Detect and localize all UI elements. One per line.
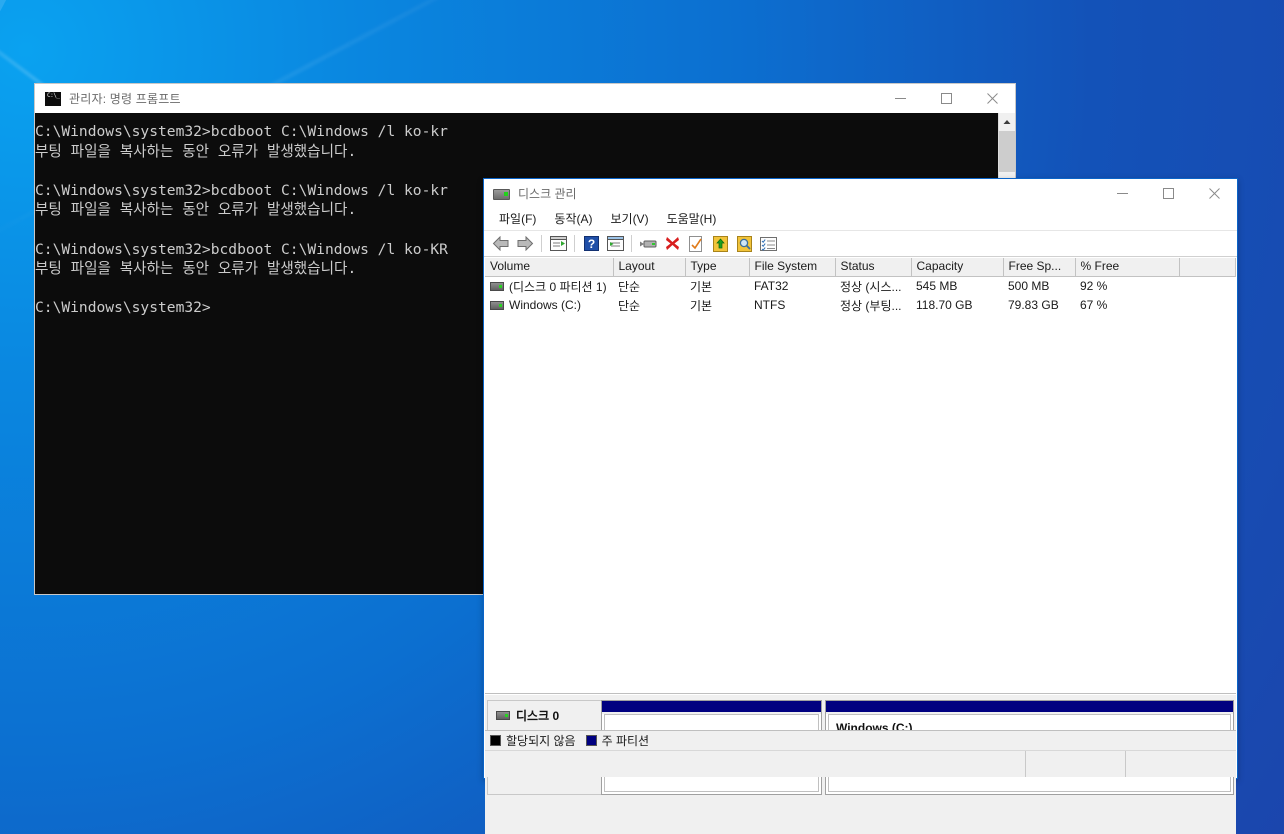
- command-prompt-titlebar[interactable]: 관리자: 명령 프롬프트: [35, 84, 1015, 113]
- disk-management-titlebar[interactable]: 디스크 관리: [484, 179, 1237, 207]
- show-action-pane-icon[interactable]: [604, 233, 626, 255]
- legend-label-primary-partition: 주 파티션: [601, 734, 650, 748]
- disk-name: 디스크 0: [516, 709, 560, 723]
- legend-label-unallocated: 할당되지 않음: [506, 734, 576, 748]
- scrollbar-thumb[interactable]: [999, 131, 1015, 172]
- toolbar-separator: [574, 235, 575, 252]
- table-row[interactable]: Windows (C:) 단순 기본 NTFS 정상 (부팅... 118.70…: [485, 296, 1236, 315]
- disk-management-window-controls: [1099, 179, 1237, 208]
- maximize-button[interactable]: [1145, 179, 1191, 208]
- column-header-capacity[interactable]: Capacity: [911, 258, 1004, 277]
- minimize-button[interactable]: [877, 84, 923, 113]
- cell-filler: [1179, 276, 1236, 296]
- rescan-disks-icon[interactable]: [709, 233, 731, 255]
- scroll-up-icon[interactable]: [999, 113, 1015, 130]
- refresh-icon[interactable]: [685, 233, 707, 255]
- list-view-icon[interactable]: [757, 233, 779, 255]
- cell-layout: 단순: [618, 279, 641, 294]
- toolbar-separator: [631, 235, 632, 252]
- disk-management-menubar: 파일(F) 동작(A) 보기(V) 도움말(H): [484, 207, 1237, 231]
- column-header-volume[interactable]: Volume: [485, 258, 614, 277]
- table-row[interactable]: (디스크 0 파티션 1) 단순 기본 FAT32 정상 (시스... 545 …: [485, 276, 1236, 296]
- cell-filler: [1179, 296, 1236, 315]
- disk-icon: [496, 711, 510, 720]
- desktop: 관리자: 명령 프롬프트 C:\Windows\system32>bcdboot…: [0, 0, 1284, 834]
- delete-icon[interactable]: [661, 233, 683, 255]
- cell-file-system: NTFS: [754, 298, 786, 312]
- close-button[interactable]: [969, 84, 1015, 113]
- menu-action[interactable]: 동작(A): [545, 207, 601, 230]
- forward-arrow-icon[interactable]: [514, 233, 536, 255]
- zoom-properties-icon[interactable]: [733, 233, 755, 255]
- cell-capacity: 118.70 GB: [916, 298, 973, 312]
- statusbar-left: [485, 751, 1026, 777]
- cell-volume: (디스크 0 파티션 1): [485, 276, 613, 296]
- statusbar-right: [1126, 751, 1236, 777]
- cell-volume: Windows (C:): [485, 296, 613, 315]
- help-icon[interactable]: ?: [580, 233, 602, 255]
- show-hide-console-tree-icon[interactable]: [547, 233, 569, 255]
- legend-primary-partition: 주 파티션: [585, 732, 650, 749]
- column-header-free-space[interactable]: Free Sp...: [1003, 258, 1076, 277]
- volume-label: (디스크 0 파티션 1): [509, 279, 607, 294]
- properties-disk-icon[interactable]: [637, 233, 659, 255]
- legend-swatch-primary-partition: [585, 735, 597, 746]
- disk-management-title: 디스크 관리: [518, 186, 577, 201]
- disk-management-statusbar: [485, 750, 1236, 777]
- disk-management-toolbar: ?: [484, 231, 1237, 257]
- column-header-file-system[interactable]: File System: [749, 258, 836, 277]
- menu-help[interactable]: 도움말(H): [658, 207, 726, 230]
- maximize-button[interactable]: [923, 84, 969, 113]
- cell-status: 정상 (부팅...: [840, 298, 902, 313]
- cell-layout: 단순: [618, 298, 641, 313]
- partition-color-bar: [826, 701, 1233, 714]
- menu-file[interactable]: 파일(F): [490, 207, 545, 230]
- column-header-type[interactable]: Type: [685, 258, 750, 277]
- disk-management-window[interactable]: 디스크 관리 파일(F) 동작(A) 보기(V) 도움말(H) ? Volume…: [483, 178, 1238, 834]
- cell-percent-free: 92 %: [1080, 279, 1108, 293]
- command-prompt-title: 관리자: 명령 프롬프트: [69, 92, 181, 106]
- volume-table: Volume Layout Type File System Status Ca…: [485, 258, 1236, 315]
- volume-disk-icon: [490, 281, 504, 291]
- cell-type: 기본: [690, 298, 713, 313]
- toolbar-separator: [541, 235, 542, 252]
- column-header-status[interactable]: Status: [835, 258, 912, 277]
- statusbar-middle: [1026, 751, 1126, 777]
- cell-percent-free: 67 %: [1080, 298, 1108, 312]
- partition-legend: 할당되지 않음 주 파티션: [485, 730, 1236, 750]
- command-prompt-window-controls: [877, 84, 1015, 113]
- cell-free-space: 79.83 GB: [1008, 298, 1059, 312]
- cell-type: 기본: [690, 279, 713, 294]
- legend-unallocated: 할당되지 않음: [490, 732, 576, 749]
- column-header-layout[interactable]: Layout: [613, 258, 686, 277]
- back-arrow-icon[interactable]: [490, 233, 512, 255]
- command-prompt-icon: [45, 91, 61, 106]
- volume-list-pane[interactable]: Volume Layout Type File System Status Ca…: [485, 258, 1236, 694]
- disk-management-icon: [493, 187, 510, 200]
- legend-swatch-unallocated: [490, 735, 501, 746]
- cell-status: 정상 (시스...: [840, 279, 902, 294]
- table-header-row: Volume Layout Type File System Status Ca…: [485, 258, 1236, 277]
- column-header-percent-free[interactable]: % Free: [1075, 258, 1180, 277]
- minimize-button[interactable]: [1099, 179, 1145, 208]
- close-button[interactable]: [1191, 179, 1237, 208]
- cell-free-space: 500 MB: [1008, 279, 1050, 293]
- volume-disk-icon: [490, 300, 504, 310]
- volume-label: Windows (C:): [509, 298, 582, 312]
- cell-file-system: FAT32: [754, 279, 789, 293]
- cell-capacity: 545 MB: [916, 279, 958, 293]
- column-header-filler[interactable]: [1179, 258, 1236, 277]
- partition-color-bar: [602, 701, 821, 714]
- menu-view[interactable]: 보기(V): [601, 207, 657, 230]
- svg-text:?: ?: [587, 237, 594, 251]
